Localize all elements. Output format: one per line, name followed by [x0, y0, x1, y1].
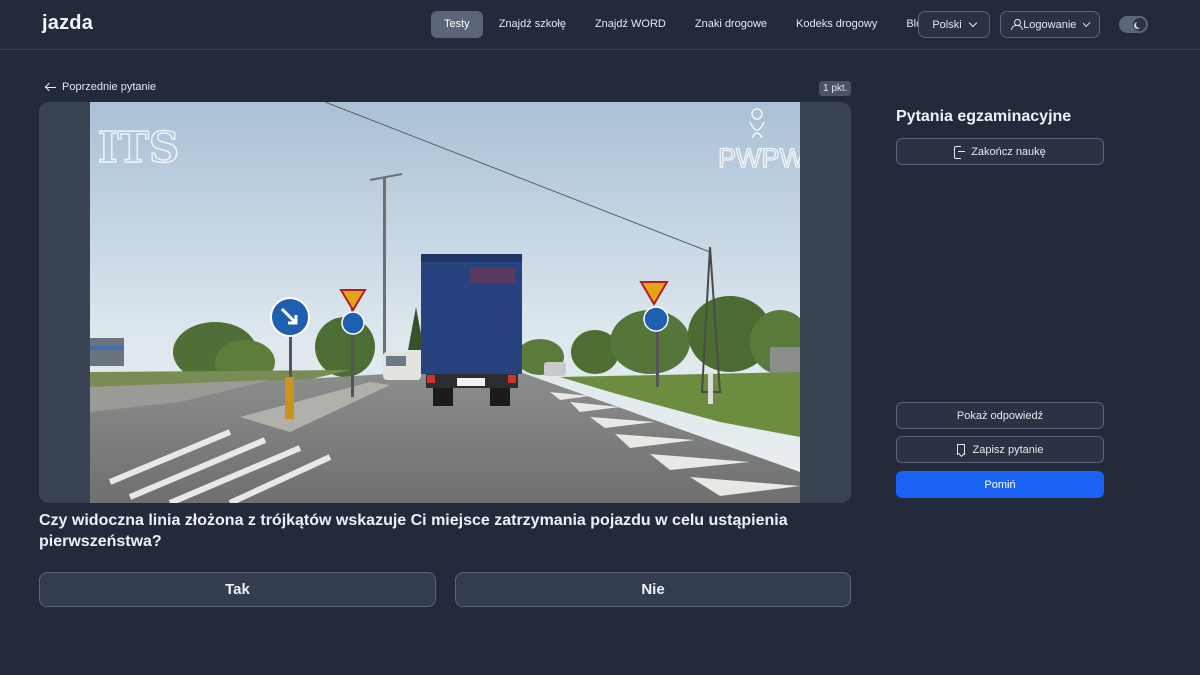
- end-study-button[interactable]: Zakończ naukę: [896, 138, 1104, 165]
- login-button[interactable]: Logowanie: [1000, 11, 1100, 38]
- main-nav: Testy Znajdź szkołę Znajdź WORD Znaki dr…: [431, 11, 944, 38]
- question-text: Czy widoczna linia złożona z trójkątów w…: [39, 512, 788, 550]
- show-answer-button[interactable]: Pokaż odpowiedź: [896, 402, 1104, 429]
- watermark-pwpw: PWPW: [718, 143, 800, 173]
- language-select[interactable]: Polski: [918, 11, 990, 38]
- sidebar-title: Pytania egzaminacyjne: [896, 108, 1072, 125]
- nav-item-znaki-drogowe[interactable]: Znaki drogowe: [682, 11, 780, 38]
- end-study-label: Zakończ naukę: [971, 145, 1046, 158]
- login-label: Logowanie: [1023, 18, 1077, 31]
- chevron-down-icon: [968, 18, 977, 28]
- watermark-its: ITS: [98, 123, 179, 172]
- language-label: Polski: [932, 18, 962, 31]
- skip-button[interactable]: Pomiń: [896, 471, 1104, 498]
- logo-text: jazda: [42, 12, 94, 34]
- nav-item-kodeks-drogowy[interactable]: Kodeks drogowy: [783, 11, 890, 38]
- nav-item-znajdz-word[interactable]: Znajdź WORD: [582, 11, 679, 38]
- nav-item-znajdz-szkole[interactable]: Znajdź szkołę: [486, 11, 579, 38]
- arrow-left-icon: [45, 83, 56, 92]
- answer-no-button[interactable]: Nie: [455, 572, 851, 607]
- moon-icon: [1133, 18, 1146, 31]
- user-icon: [1011, 19, 1024, 30]
- chevron-down-icon: [1082, 19, 1091, 27]
- previous-question-link[interactable]: Poprzednie pytanie: [45, 81, 156, 93]
- exit-icon: [954, 146, 966, 159]
- skip-label: Pomiń: [984, 478, 1016, 491]
- nav-item-testy[interactable]: Testy: [431, 11, 483, 38]
- top-navbar: jazda Testy Znajdź szkołę Znajdź WORD Zn…: [0, 0, 1200, 50]
- save-question-label: Zapisz pytanie: [972, 443, 1044, 456]
- question-media: ITS PWPW: [39, 102, 851, 503]
- save-question-button[interactable]: Zapisz pytanie: [896, 436, 1104, 463]
- points-badge: 1 pkt.: [819, 81, 852, 96]
- show-answer-label: Pokaż odpowiedź: [956, 409, 1044, 422]
- logo[interactable]: jazda: [42, 12, 93, 35]
- answer-yes-button[interactable]: Tak: [39, 572, 436, 607]
- dark-mode-toggle[interactable]: [1119, 16, 1148, 33]
- previous-question-label: Poprzednie pytanie: [62, 81, 157, 93]
- bookmark-icon: [956, 444, 965, 455]
- road-scene-image: ITS PWPW: [90, 102, 800, 503]
